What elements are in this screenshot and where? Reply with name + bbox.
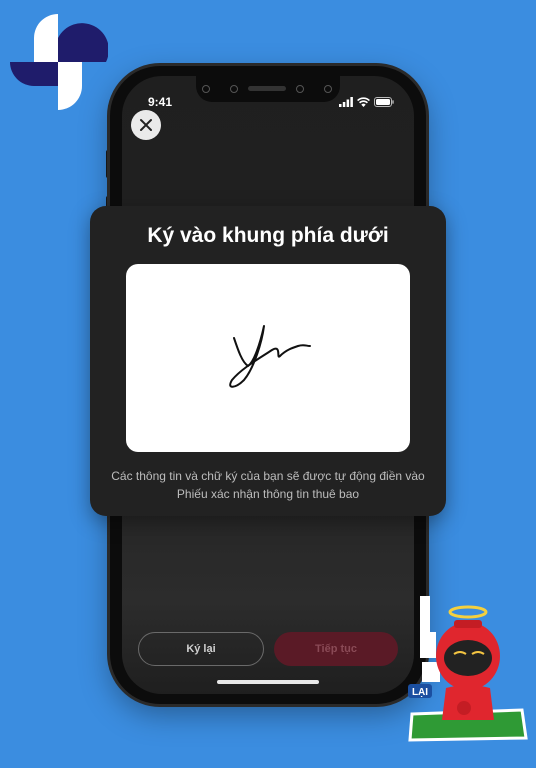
brand-logo-icon	[10, 14, 108, 110]
home-indicator	[217, 680, 319, 684]
battery-icon	[374, 97, 394, 107]
status-time: 9:41	[148, 95, 173, 109]
signature-modal: Ký vào khung phía dưới Ya Các thông tin …	[90, 206, 446, 516]
page: 9:41 Ký lại Tiếp tục Ký vào khung phía d…	[0, 0, 536, 768]
sensor-dot	[202, 85, 210, 93]
speaker-grille	[248, 86, 286, 91]
sticker-caption: LẠI	[412, 687, 428, 698]
signature-pad[interactable]: Ya	[126, 264, 410, 452]
mascot-sticker: LẠI	[408, 596, 528, 742]
sensor-dot	[324, 85, 332, 93]
signature-stroke	[229, 325, 311, 388]
signal-icon	[339, 97, 353, 107]
action-buttons: Ký lại Tiếp tục	[138, 632, 398, 666]
modal-title: Ký vào khung phía dưới	[147, 224, 389, 247]
close-button[interactable]	[131, 110, 161, 140]
close-icon	[140, 119, 152, 131]
status-icons	[339, 97, 394, 107]
camera-dot	[230, 85, 238, 93]
continue-button[interactable]: Tiếp tục	[274, 632, 398, 666]
sensor-dot	[296, 85, 304, 93]
signature-text: Ya	[410, 264, 411, 265]
wifi-icon	[357, 97, 370, 107]
sign-again-button[interactable]: Ký lại	[138, 632, 264, 666]
phone-notch	[196, 76, 340, 102]
modal-note: Các thông tin và chữ ký của bạn sẽ được …	[111, 469, 425, 501]
